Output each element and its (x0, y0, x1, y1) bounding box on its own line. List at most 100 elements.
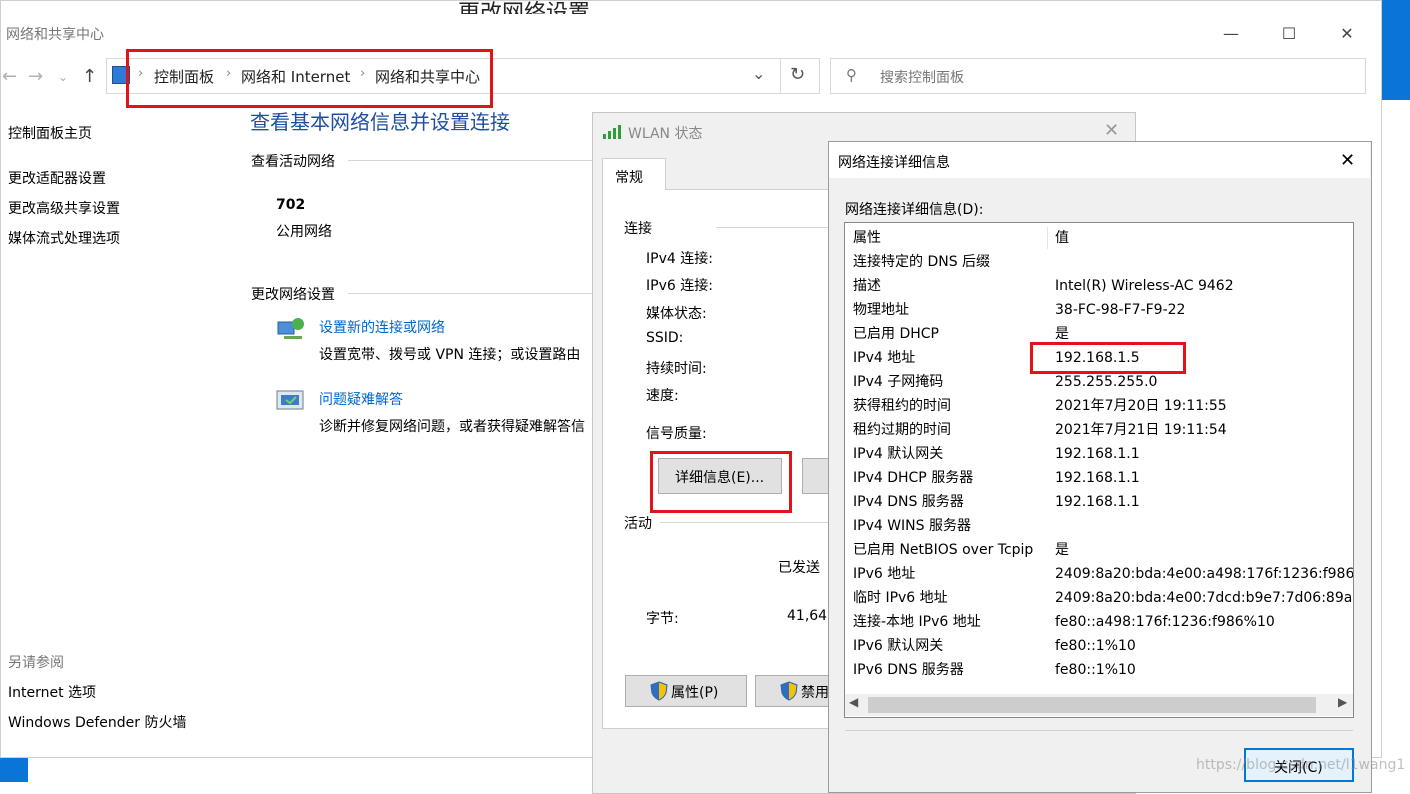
detail-property[interactable]: 租约过期的时间 (853, 418, 951, 442)
nav-internet-options[interactable]: Internet 选项 (8, 682, 96, 702)
change-settings-label: 更改网络设置 (251, 287, 335, 303)
detail-property[interactable]: 已启用 DHCP (853, 322, 939, 346)
detail-property[interactable]: IPv4 子网掩码 (853, 370, 943, 394)
detail-property[interactable]: IPv4 DNS 服务器 (853, 490, 964, 514)
search-input[interactable]: 搜索控制面板 (880, 67, 964, 87)
details-close-icon[interactable]: ✕ (1340, 150, 1355, 171)
page-title: 查看基本网络信息并设置连接 (250, 110, 510, 134)
sent-label: 已发送 (778, 560, 820, 576)
close-button-label: 关闭(C) (1274, 760, 1323, 776)
detail-property[interactable]: 连接特定的 DNS 后缀 (853, 250, 990, 274)
detail-property[interactable]: IPv6 地址 (853, 562, 915, 586)
field-duration: 持续时间: (646, 361, 707, 377)
details-list[interactable]: 属性 值 连接特定的 DNS 后缀 描述 Intel(R) Wireless-AC … (844, 222, 1354, 718)
signal-quality-label: 信号质量: (646, 426, 707, 442)
detail-value[interactable]: 192.168.1.1 (1055, 442, 1140, 466)
nav-advanced-sharing[interactable]: 更改高级共享设置 (8, 198, 120, 218)
desktop-background (1380, 0, 1410, 100)
ipv4-address-highlight (1030, 342, 1186, 374)
detail-property[interactable]: 临时 IPv6 地址 (853, 586, 948, 610)
detail-value[interactable]: fe80::1%10 (1055, 658, 1136, 682)
wlan-close-icon[interactable]: ✕ (1104, 120, 1119, 141)
shield-icon (650, 681, 668, 705)
recent-dropdown-icon[interactable]: ⌄ (58, 70, 68, 84)
detail-value[interactable]: Intel(R) Wireless-AC 9462 (1055, 274, 1234, 298)
shield-icon (780, 681, 798, 705)
detail-value[interactable]: 2021年7月21日 19:11:54 (1055, 418, 1227, 442)
tab-general-label: 常规 (615, 170, 643, 186)
troubleshoot-icon (276, 388, 306, 414)
detail-property[interactable]: IPv4 DHCP 服务器 (853, 466, 973, 490)
column-header-value[interactable]: 值 (1055, 226, 1069, 250)
detail-value[interactable]: 2409:8a20:bda:4e00:7dcd:b9e7:7d06:89a (1055, 586, 1352, 610)
field-speed: 速度: (646, 388, 679, 404)
minimize-button[interactable]: — (1216, 24, 1246, 44)
task-troubleshoot-desc: 诊断并修复网络问题，或者获得疑难解答信 (319, 419, 585, 435)
detail-property[interactable]: 获得租约的时间 (853, 394, 951, 418)
up-arrow-icon[interactable]: ↑ (82, 66, 97, 87)
desktop-background-bottom (0, 756, 28, 782)
field-ssid: SSID: (646, 330, 684, 346)
task-new-connection[interactable]: 设置新的连接或网络 (319, 317, 445, 337)
background-window-title: 更改网络设置 (458, 1, 591, 14)
active-networks-label: 查看活动网络 (251, 154, 335, 170)
column-divider (1047, 227, 1048, 249)
detail-value[interactable]: fe80::a498:176f:1236:f986%10 (1055, 610, 1275, 634)
detail-property[interactable]: 已启用 NetBIOS over Tcpip (853, 538, 1033, 562)
group-line (660, 522, 828, 523)
nav-media-streaming[interactable]: 媒体流式处理选项 (8, 228, 120, 248)
disable-button-label: 禁用 (801, 685, 829, 701)
detail-property[interactable]: IPv6 默认网关 (853, 634, 943, 658)
task-new-connection-desc: 设置宽带、拨号或 VPN 连接；或设置路由 (319, 347, 581, 363)
group-line (716, 227, 828, 228)
activity-group-label: 活动 (624, 516, 652, 532)
detail-value[interactable]: 192.168.1.1 (1055, 490, 1140, 514)
column-header-property[interactable]: 属性 (853, 226, 881, 250)
detail-value[interactable]: 2409:8a20:bda:4e00:a498:176f:1236:f986 (1055, 562, 1353, 586)
bytes-label: 字节: (646, 611, 679, 627)
detail-value[interactable]: 是 (1055, 538, 1069, 562)
nav-control-panel-home[interactable]: 控制面板主页 (8, 123, 92, 143)
detail-property[interactable]: 物理地址 (853, 298, 909, 322)
detail-value[interactable]: fe80::1%10 (1055, 634, 1136, 658)
detail-value[interactable]: 2021年7月20日 19:11:55 (1055, 394, 1227, 418)
scroll-left-icon[interactable]: ◀ (849, 695, 858, 709)
address-separator (780, 58, 781, 94)
detail-property[interactable]: IPv6 DNS 服务器 (853, 658, 964, 682)
detail-property[interactable]: IPv4 WINS 服务器 (853, 514, 971, 538)
window-title: 网络和共享中心 (6, 27, 104, 43)
close-button[interactable]: ✕ (1332, 24, 1362, 44)
scrollbar-thumb[interactable] (868, 697, 1316, 713)
scroll-right-icon[interactable]: ▶ (1338, 695, 1347, 709)
details-list-label: 网络连接详细信息(D): (845, 202, 984, 218)
forward-arrow-icon[interactable]: → (28, 66, 43, 87)
back-arrow-icon[interactable]: ← (2, 66, 17, 87)
bytes-sent-value: 41,64 (787, 608, 828, 624)
detail-value[interactable]: 38-FC-98-F7-F9-22 (1055, 298, 1185, 322)
refresh-icon[interactable]: ↻ (790, 64, 805, 85)
maximize-button[interactable]: ☐ (1274, 24, 1304, 44)
breadcrumb-highlight (126, 49, 493, 108)
search-icon: ⚲ (846, 66, 857, 84)
field-ipv6: IPv6 连接: (646, 278, 713, 294)
connection-group-label: 连接 (624, 221, 652, 237)
network-name: 702 (276, 197, 306, 213)
address-dropdown-icon[interactable]: ⌄ (752, 64, 765, 83)
details-dialog-title: 网络连接详细信息 (838, 155, 950, 171)
dialog-divider (845, 730, 1353, 731)
detail-property[interactable]: 连接-本地 IPv6 地址 (853, 610, 981, 634)
nav-firewall[interactable]: Windows Defender 防火墙 (8, 712, 186, 732)
details-button-highlight (650, 451, 792, 513)
detail-value[interactable]: 192.168.1.1 (1055, 466, 1140, 490)
group-line (348, 160, 598, 161)
detail-property[interactable]: IPv4 地址 (853, 346, 915, 370)
network-type: 公用网络 (276, 224, 332, 240)
detail-property[interactable]: 描述 (853, 274, 881, 298)
new-connection-icon (276, 316, 306, 342)
field-media-state: 媒体状态: (646, 306, 707, 322)
group-line (348, 293, 598, 294)
properties-button-label: 属性(P) (671, 685, 719, 701)
task-troubleshoot[interactable]: 问题疑难解答 (319, 389, 403, 409)
detail-property[interactable]: IPv4 默认网关 (853, 442, 943, 466)
nav-change-adapter[interactable]: 更改适配器设置 (8, 168, 106, 188)
